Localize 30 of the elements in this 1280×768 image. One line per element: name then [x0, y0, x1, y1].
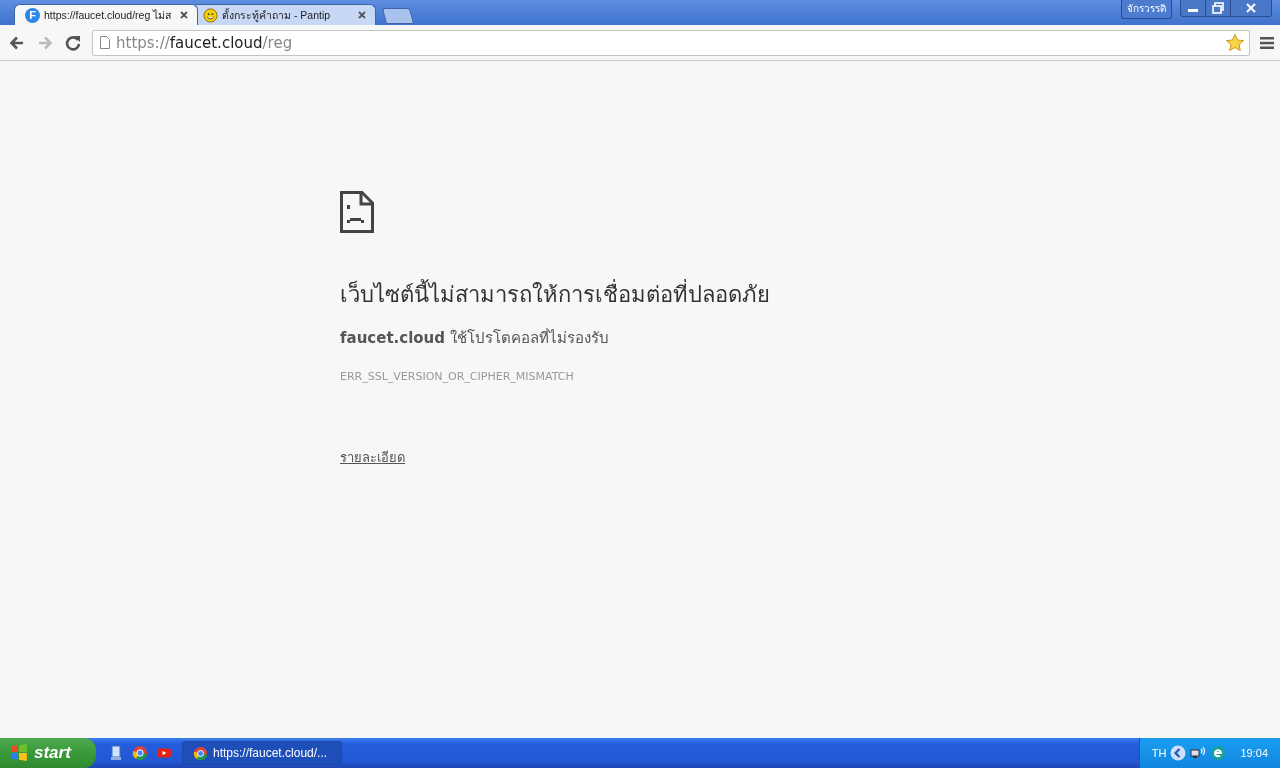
chevron-left-icon[interactable] — [1170, 745, 1187, 761]
smiley-icon — [203, 7, 218, 23]
clock: 19:04 — [1240, 747, 1268, 759]
details-link[interactable]: รายละเอียด — [340, 447, 405, 468]
chrome-icon[interactable] — [132, 745, 148, 761]
error-message: faucet.cloud ใช้โปรโตคอลที่ไม่รองรับ — [340, 327, 609, 349]
close-icon[interactable] — [179, 10, 189, 20]
url-text: https://faucet.cloud/reg — [116, 33, 294, 52]
new-tab-button[interactable] — [381, 8, 415, 24]
browser-tab[interactable]: F https://faucet.cloud/reg ไม่ส — [14, 4, 198, 25]
menu-icon[interactable] — [1260, 35, 1274, 50]
chrome-icon — [193, 745, 208, 761]
e-icon[interactable] — [1210, 745, 1227, 761]
start-button[interactable]: start — [0, 738, 96, 768]
tab-title: ตั้งกระทู้คำถาม - Pantip — [222, 7, 332, 24]
address-bar[interactable]: https://faucet.cloud/reg — [92, 29, 1250, 56]
star-icon[interactable] — [1225, 32, 1245, 53]
error-code: ERR_SSL_VERSION_OR_CIPHER_MISMATCH — [340, 370, 574, 383]
close-icon[interactable] — [357, 10, 367, 20]
page-icon — [100, 36, 110, 49]
network-icon[interactable] — [1190, 745, 1207, 761]
error-heading: เว็บไซต์นี้ไม่สามารถให้การเชื่อมต่อที่ปลอดภัย — [340, 277, 770, 312]
reload-icon[interactable] — [64, 33, 82, 52]
windows-flag-icon — [10, 744, 28, 762]
desktop-icon[interactable] — [108, 745, 124, 761]
sad-page-icon — [340, 191, 374, 233]
profile-button[interactable]: จักรวรรดิ — [1121, 0, 1172, 19]
taskbar-button[interactable]: https://faucet.cloud/... — [182, 741, 342, 765]
favicon: F — [25, 7, 40, 23]
tab-title: https://faucet.cloud/reg ไม่ส — [44, 7, 173, 23]
